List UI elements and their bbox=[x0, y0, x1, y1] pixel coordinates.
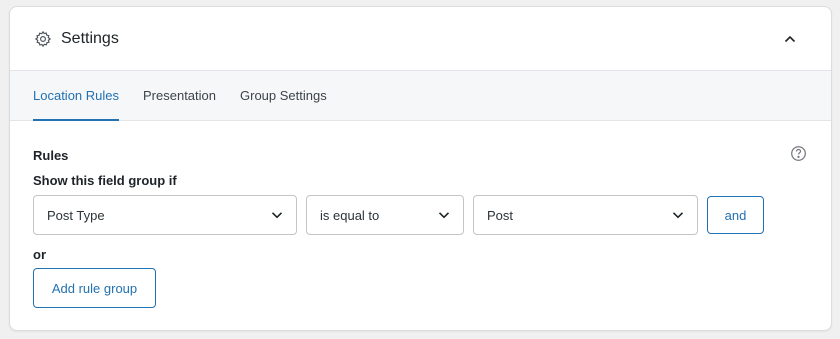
value-select-value: Post bbox=[487, 207, 514, 223]
add-rule-group-button[interactable]: Add rule group bbox=[33, 268, 156, 308]
tab-presentation[interactable]: Presentation bbox=[143, 71, 216, 120]
tab-bar: Location Rules Presentation Group Settin… bbox=[10, 71, 831, 121]
chevron-up-icon[interactable] bbox=[779, 28, 801, 50]
chevron-down-icon bbox=[671, 208, 685, 222]
tab-group-settings[interactable]: Group Settings bbox=[240, 71, 327, 120]
operator-select-value: is equal to bbox=[320, 207, 380, 223]
panel-header[interactable]: Settings bbox=[10, 7, 831, 71]
param-select-value: Post Type bbox=[47, 207, 105, 223]
rules-section: Rules Show this field group if Post Type… bbox=[10, 121, 831, 308]
value-select[interactable]: Post bbox=[473, 195, 698, 235]
settings-panel: Settings Location Rules Presentation Gro… bbox=[9, 6, 832, 331]
tab-location-rules[interactable]: Location Rules bbox=[33, 71, 119, 121]
chevron-down-icon bbox=[437, 208, 451, 222]
chevron-down-icon bbox=[270, 208, 284, 222]
panel-title: Settings bbox=[61, 29, 119, 47]
gear-icon bbox=[34, 30, 52, 48]
condition-label: Show this field group if bbox=[33, 173, 177, 188]
param-select[interactable]: Post Type bbox=[33, 195, 297, 235]
rules-label: Rules bbox=[33, 148, 69, 163]
operator-select[interactable]: is equal to bbox=[306, 195, 464, 235]
or-label: or bbox=[33, 247, 46, 262]
rule-row: Post Type is equal to Post and bbox=[33, 195, 807, 235]
question-circle-icon[interactable] bbox=[790, 145, 807, 162]
and-button[interactable]: and bbox=[707, 196, 764, 234]
